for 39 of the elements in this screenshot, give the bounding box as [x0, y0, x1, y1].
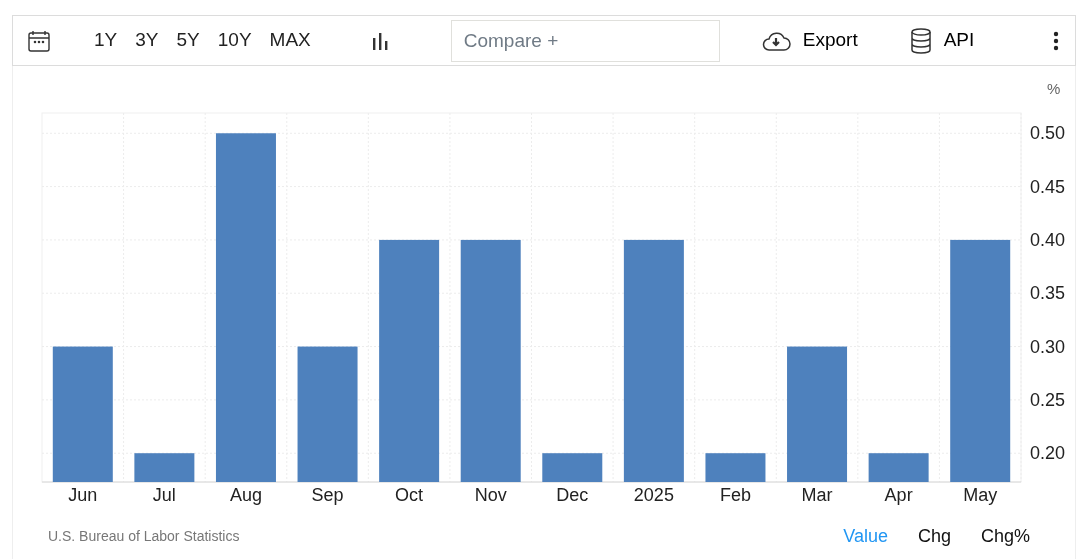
bar — [868, 453, 929, 482]
x-axis-label: Sep — [311, 485, 344, 505]
x-axis-label: Feb — [719, 485, 751, 505]
compare-field[interactable]: Compare + — [450, 19, 720, 62]
x-axis-label: May — [963, 485, 998, 505]
range-button[interactable]: 1Y — [93, 26, 119, 55]
x-axis-label: Jun — [68, 485, 98, 505]
y-axis-label: 0.50 — [1030, 123, 1066, 144]
x-axis-label: Jul — [152, 485, 176, 505]
range-button[interactable]: 3Y — [134, 26, 160, 55]
cloud-download-icon — [760, 29, 791, 52]
x-axis-label: 2025 — [633, 485, 674, 505]
more-icon[interactable] — [1053, 30, 1059, 51]
mode-toggle[interactable]: Chg% — [980, 523, 1030, 550]
range-button[interactable]: 10Y — [216, 26, 253, 55]
x-axis-label: Oct — [395, 485, 424, 505]
export-button[interactable]: Export — [760, 26, 858, 55]
x-axis-label: Aug — [229, 485, 262, 505]
unit-label: % — [1047, 80, 1061, 97]
range-button[interactable]: MAX — [268, 26, 312, 55]
y-axis-label: 0.35 — [1030, 283, 1066, 304]
x-axis-label: Mar — [801, 485, 833, 505]
mode-toggle[interactable]: Chg — [917, 523, 951, 550]
range-button[interactable]: 5Y — [175, 26, 201, 55]
y-axis-label: 0.45 — [1030, 176, 1066, 197]
y-axis-label: 0.25 — [1030, 389, 1066, 410]
bar — [134, 453, 195, 482]
calendar-icon[interactable] — [27, 28, 51, 53]
x-axis-label: Dec — [556, 485, 589, 505]
x-axis-label: Nov — [474, 485, 507, 505]
x-axis-label: Apr — [884, 485, 913, 505]
y-axis-label: 0.20 — [1030, 443, 1066, 464]
bar — [542, 453, 603, 482]
y-axis-label: 0.30 — [1030, 336, 1066, 357]
database-icon — [909, 27, 932, 54]
api-button[interactable]: API — [909, 26, 975, 55]
source-text: U.S. Bureau of Labor Statistics — [48, 527, 240, 546]
y-axis-label: 0.40 — [1030, 229, 1066, 250]
bar — [705, 453, 766, 482]
